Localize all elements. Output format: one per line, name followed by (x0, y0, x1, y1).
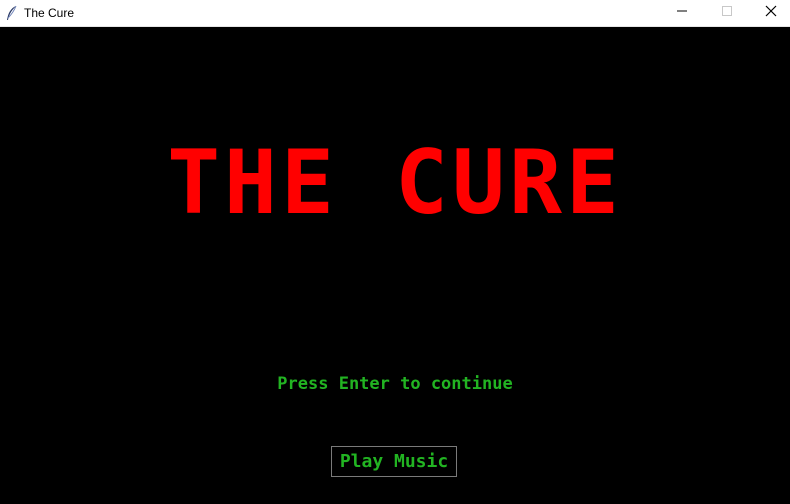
minimize-icon (676, 4, 688, 22)
play-music-button[interactable]: Play Music (331, 446, 457, 477)
minimize-button[interactable] (659, 0, 705, 26)
window-title: The Cure (24, 6, 75, 20)
game-canvas[interactable]: THE CURE Press Enter to continue Play Mu… (0, 27, 790, 504)
maximize-button[interactable] (704, 0, 750, 26)
title-bar[interactable]: The Cure (0, 0, 790, 27)
close-icon (765, 4, 777, 22)
maximize-icon (721, 4, 733, 22)
app-window: The Cure THE CURE Press Enter to continu… (0, 0, 790, 504)
continue-prompt: Press Enter to continue (277, 374, 513, 394)
close-button[interactable] (748, 0, 790, 26)
game-title: THE CURE (167, 131, 623, 234)
feather-icon (5, 5, 19, 21)
